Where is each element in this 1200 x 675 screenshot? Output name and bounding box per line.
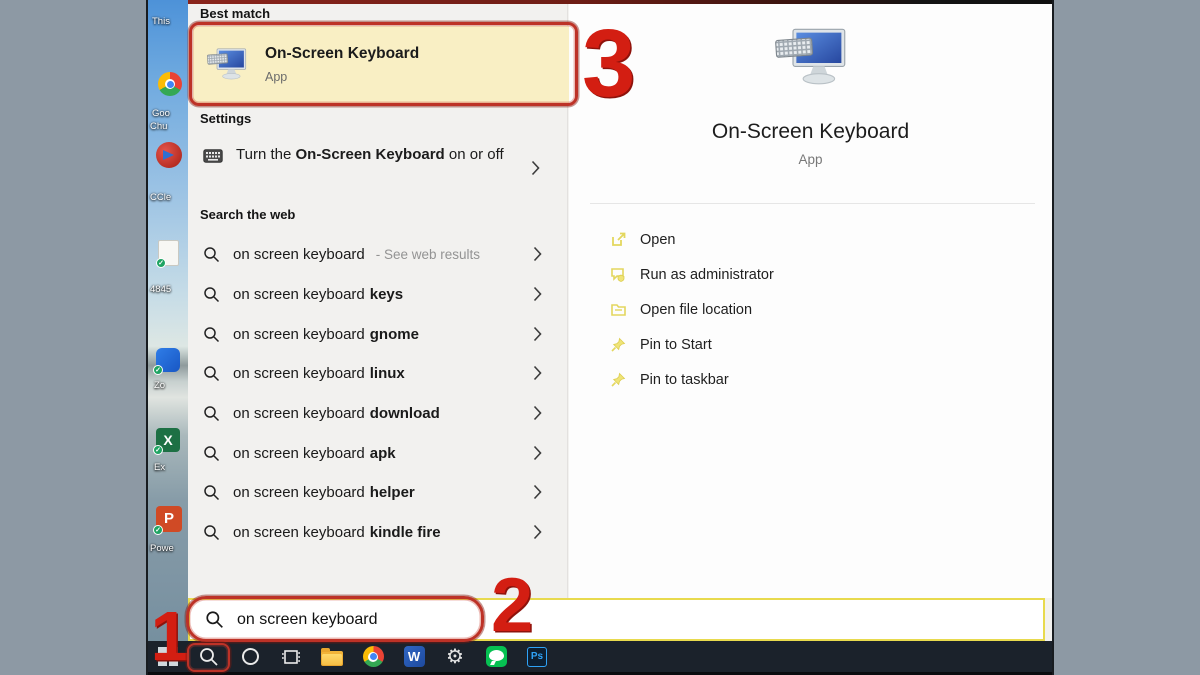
chevron-right-icon <box>533 246 542 262</box>
cortana-button[interactable] <box>238 645 262 669</box>
action-pin-to-start[interactable]: Pin to Start <box>610 327 712 362</box>
desktop-label-file: 4845 <box>150 284 171 295</box>
on-screen-keyboard-icon-large <box>775 28 847 89</box>
check-badge-icon: ✓ <box>153 525 163 535</box>
best-match-header: Best match <box>200 6 270 21</box>
file-explorer-button[interactable] <box>320 645 344 669</box>
web-suggestion-row[interactable]: on screen keyboardlinux <box>188 353 568 393</box>
web-suggestion-row[interactable]: on screen keyboardhelper <box>188 472 568 512</box>
desktop-label-chrome: Chu <box>150 121 167 132</box>
taskbar: W ⚙ Ps <box>148 641 1052 675</box>
best-match-result[interactable]: On-Screen Keyboard App <box>193 26 575 103</box>
windows-screenshot: This Goo Chu CCle ✓ 4845 ✓ Zo X ✓ <box>148 0 1052 675</box>
web-suggestion-row[interactable]: on screen keyboardapk <box>188 433 568 473</box>
desktop-wallpaper: This Goo Chu CCle ✓ 4845 ✓ Zo X ✓ <box>148 0 188 641</box>
admin-shield-icon <box>610 266 627 283</box>
best-match-title: On-Screen Keyboard <box>265 45 419 63</box>
search-icon <box>203 365 220 382</box>
web-suggestion-row[interactable]: on screen keyboarddownload <box>188 393 568 433</box>
check-badge-icon: ✓ <box>156 258 166 268</box>
divider <box>590 203 1035 204</box>
windows-logo-icon <box>158 647 178 667</box>
cortana-icon <box>242 648 259 665</box>
search-icon <box>205 610 224 629</box>
web-suggestion-row[interactable]: on screen keyboard- See web results <box>188 234 568 274</box>
excel-desktop-icon[interactable]: X ✓ <box>156 428 180 452</box>
check-badge-icon: ✓ <box>153 445 163 455</box>
chevron-right-icon <box>533 326 542 342</box>
search-icon <box>203 445 220 462</box>
settings-result-label: Turn the On-Screen Keyboard on or off <box>236 144 528 166</box>
chrome-icon <box>363 646 384 667</box>
folder-location-icon <box>610 301 627 318</box>
settings-button[interactable]: ⚙ <box>443 645 467 669</box>
chevron-right-icon <box>533 365 542 381</box>
pin-icon <box>610 371 627 388</box>
on-screen-keyboard-icon <box>207 48 247 82</box>
preview-panel: On-Screen Keyboard App Open Run as admin… <box>569 0 1052 598</box>
search-icon <box>203 286 220 303</box>
preview-app-title: On-Screen Keyboard <box>569 120 1052 144</box>
preview-app-type: App <box>569 152 1052 167</box>
keyboard-icon <box>203 149 223 163</box>
desktop-label-google: Goo <box>152 108 170 119</box>
search-icon <box>203 524 220 541</box>
chevron-right-icon <box>533 524 542 540</box>
web-suggestion-row[interactable]: on screen keyboardkindle fire <box>188 512 568 552</box>
chevron-right-icon <box>533 286 542 302</box>
photoshop-icon: Ps <box>527 647 547 667</box>
line-app-button[interactable] <box>484 645 508 669</box>
search-icon <box>203 326 220 343</box>
desktop-label-ccleaner: CCle <box>150 192 171 203</box>
chevron-right-icon <box>531 160 540 176</box>
start-button[interactable] <box>156 645 180 669</box>
taskbar-search-input[interactable]: on screen keyboard <box>188 598 1045 641</box>
action-pin-to-taskbar[interactable]: Pin to taskbar <box>610 362 729 397</box>
search-input-value: on screen keyboard <box>237 611 378 629</box>
word-icon: W <box>404 646 425 667</box>
action-open-file-location[interactable]: Open file location <box>610 292 752 327</box>
chrome-button[interactable] <box>361 645 385 669</box>
chrome-desktop-icon[interactable] <box>158 72 182 96</box>
desktop-label-powerpoint: Powe <box>150 543 174 554</box>
best-match-type: App <box>265 70 419 84</box>
open-icon <box>610 231 627 248</box>
search-icon <box>198 646 220 668</box>
zalo-desktop-icon[interactable]: ✓ <box>156 348 180 372</box>
task-view-button[interactable] <box>279 645 303 669</box>
chevron-right-icon <box>533 484 542 500</box>
chevron-right-icon <box>533 445 542 461</box>
panel-top-edge <box>188 0 1052 4</box>
settings-header: Settings <box>200 111 251 126</box>
task-view-icon <box>280 646 302 668</box>
pin-icon <box>610 336 627 353</box>
document-desktop-icon[interactable]: ✓ <box>158 240 179 266</box>
desktop-label-excel: Ex <box>154 462 165 473</box>
ccleaner-desktop-icon[interactable] <box>156 142 182 168</box>
search-icon <box>203 405 220 422</box>
line-icon <box>486 646 507 667</box>
desktop-label-zalo: Zo <box>154 380 165 391</box>
powerpoint-desktop-icon[interactable]: P ✓ <box>156 506 182 532</box>
search-icon <box>203 246 220 263</box>
word-button[interactable]: W <box>402 645 426 669</box>
web-suggestion-row[interactable]: on screen keyboardgnome <box>188 314 568 354</box>
chevron-right-icon <box>533 405 542 421</box>
action-open[interactable]: Open <box>610 222 675 257</box>
search-the-web-header: Search the web <box>200 207 295 222</box>
check-badge-icon: ✓ <box>153 365 163 375</box>
settings-result-row[interactable]: Turn the On-Screen Keyboard on or off <box>188 138 568 172</box>
folder-icon <box>321 651 343 666</box>
search-icon <box>203 484 220 501</box>
taskbar-search-button[interactable] <box>197 645 221 669</box>
action-run-as-administrator[interactable]: Run as administrator <box>610 257 774 292</box>
photoshop-button[interactable]: Ps <box>525 645 549 669</box>
desktop-label-this-pc: This <box>152 16 170 27</box>
web-suggestion-row[interactable]: on screen keyboardkeys <box>188 274 568 314</box>
gear-icon: ⚙ <box>446 647 464 667</box>
